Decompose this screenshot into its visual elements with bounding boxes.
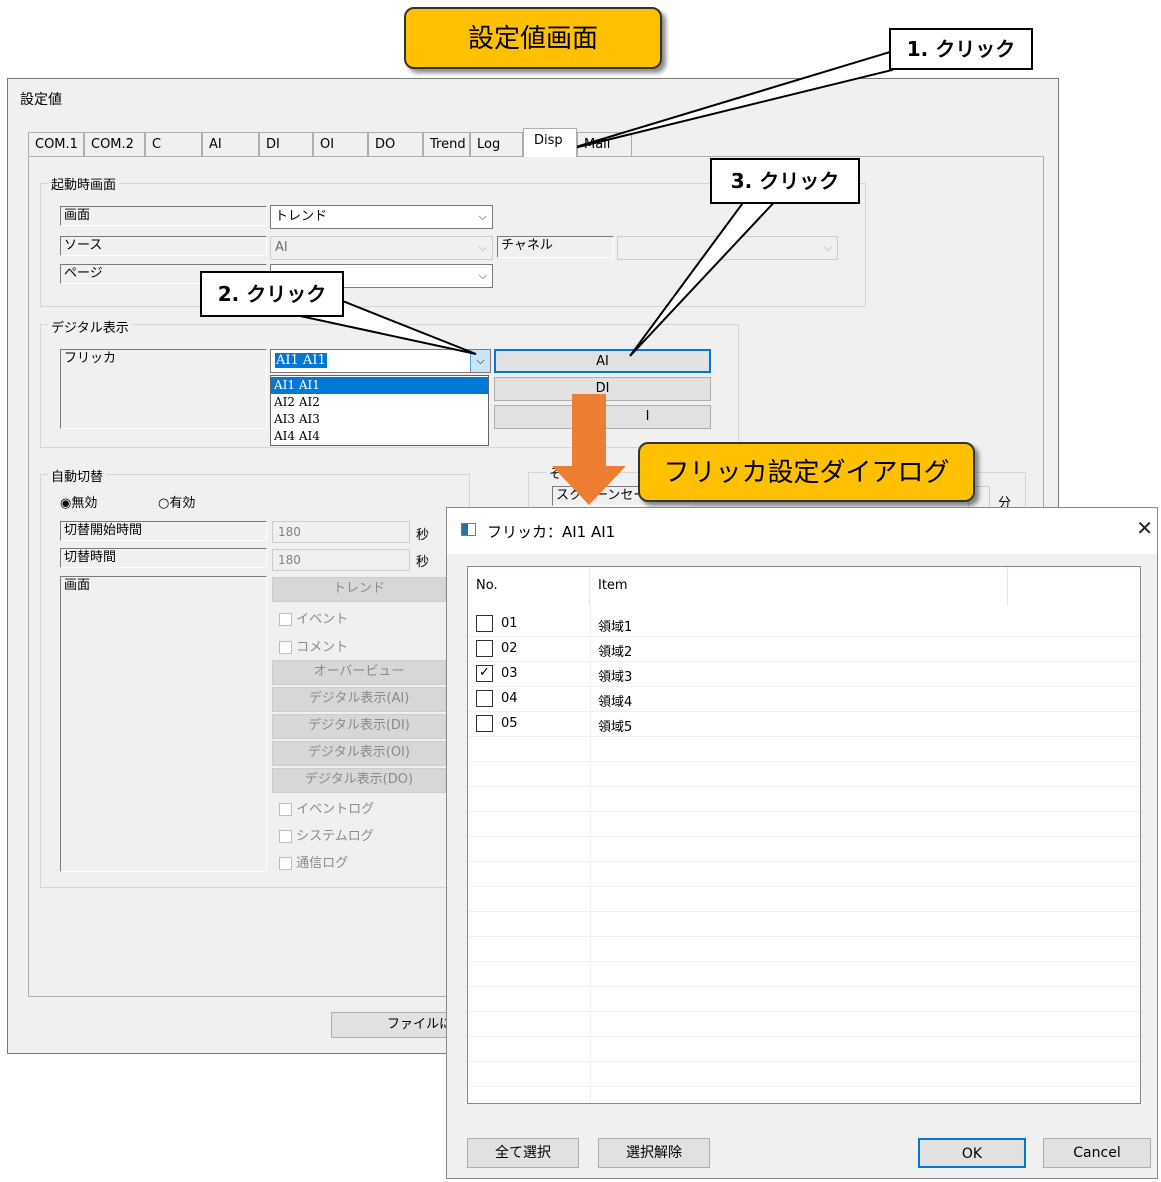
grid-line	[468, 761, 1140, 762]
checkbox-icon[interactable]	[476, 715, 493, 732]
column-header-no[interactable]: No.	[468, 567, 590, 606]
list-row-03[interactable]: ✓ 03 領域3	[468, 662, 1140, 686]
step1-callout: 1. クリック	[889, 28, 1033, 70]
row-item: 領域3	[598, 670, 633, 685]
grid-line	[468, 1011, 1140, 1012]
list-row-02[interactable]: 02 領域2	[468, 637, 1140, 661]
checkbox-icon[interactable]	[476, 690, 493, 707]
flicker-dialog: フリッカ：AI1 AI1 ✕ No. Item 01 領域1 02 領域2 ✓ …	[446, 507, 1158, 1179]
step1-pointer	[565, 50, 894, 151]
orange-down-arrow	[552, 394, 626, 505]
deselect-all-button[interactable]: 選択解除	[598, 1138, 710, 1168]
grid-line	[468, 886, 1140, 887]
checkbox-checked-icon[interactable]: ✓	[476, 665, 493, 682]
row-no: 03	[501, 666, 518, 681]
grid-line	[468, 961, 1140, 962]
item-list: No. Item 01 領域1 02 領域2 ✓ 03 領域3 04 領域4 0…	[467, 566, 1141, 1104]
window-app-icon	[461, 523, 476, 536]
row-no: 02	[501, 641, 518, 656]
step3-callout: 3. クリック	[710, 158, 860, 204]
grid-line	[468, 736, 1140, 737]
grid-line	[468, 986, 1140, 987]
row-item: 領域4	[598, 695, 633, 710]
row-no: 01	[501, 616, 518, 631]
close-icon[interactable]: ✕	[1136, 516, 1153, 540]
row-item: 領域5	[598, 720, 633, 735]
grid-line	[468, 811, 1140, 812]
column-header-extra[interactable]	[1008, 567, 1140, 606]
column-header-item[interactable]: Item	[590, 567, 1008, 606]
dropdown-option[interactable]: AI3 AI3	[271, 411, 488, 428]
grid-line	[468, 861, 1140, 862]
grid-line	[468, 836, 1140, 837]
row-item: 領域1	[598, 620, 633, 635]
dialog-banner: フリッカ設定ダイアログ	[638, 442, 975, 502]
checkbox-icon[interactable]	[476, 615, 493, 632]
grid-line	[468, 911, 1140, 912]
grid-line	[468, 1036, 1140, 1037]
ok-button[interactable]: OK	[918, 1138, 1026, 1168]
row-no: 05	[501, 716, 518, 731]
select-all-button[interactable]: 全て選択	[467, 1138, 579, 1168]
flicker-dropdown-list: AI1 AI1 AI2 AI2 AI3 AI3 AI4 AI4	[270, 375, 489, 446]
dialog-titlebar: フリッカ：AI1 AI1 ✕	[447, 508, 1157, 554]
step2-callout: 2. クリック	[200, 271, 344, 317]
dropdown-option[interactable]: AI2 AI2	[271, 394, 488, 411]
row-item: 領域2	[598, 645, 633, 660]
tab-disp[interactable]: Disp	[523, 128, 577, 157]
list-row-01[interactable]: 01 領域1	[468, 612, 1140, 636]
grid-line	[468, 1086, 1140, 1087]
dropdown-option[interactable]: AI4 AI4	[271, 428, 488, 445]
row-no: 04	[501, 691, 518, 706]
list-row-05[interactable]: 05 領域5	[468, 712, 1140, 736]
step3-pointer	[629, 195, 783, 357]
grid-line	[468, 786, 1140, 787]
list-row-04[interactable]: 04 領域4	[468, 687, 1140, 711]
checkbox-icon[interactable]	[476, 640, 493, 657]
grid-line	[468, 936, 1140, 937]
dropdown-option[interactable]: AI1 AI1	[271, 377, 488, 394]
grid-line	[468, 1061, 1140, 1062]
dialog-title: フリッカ：AI1 AI1	[487, 523, 616, 541]
cancel-button[interactable]: Cancel	[1043, 1138, 1151, 1168]
